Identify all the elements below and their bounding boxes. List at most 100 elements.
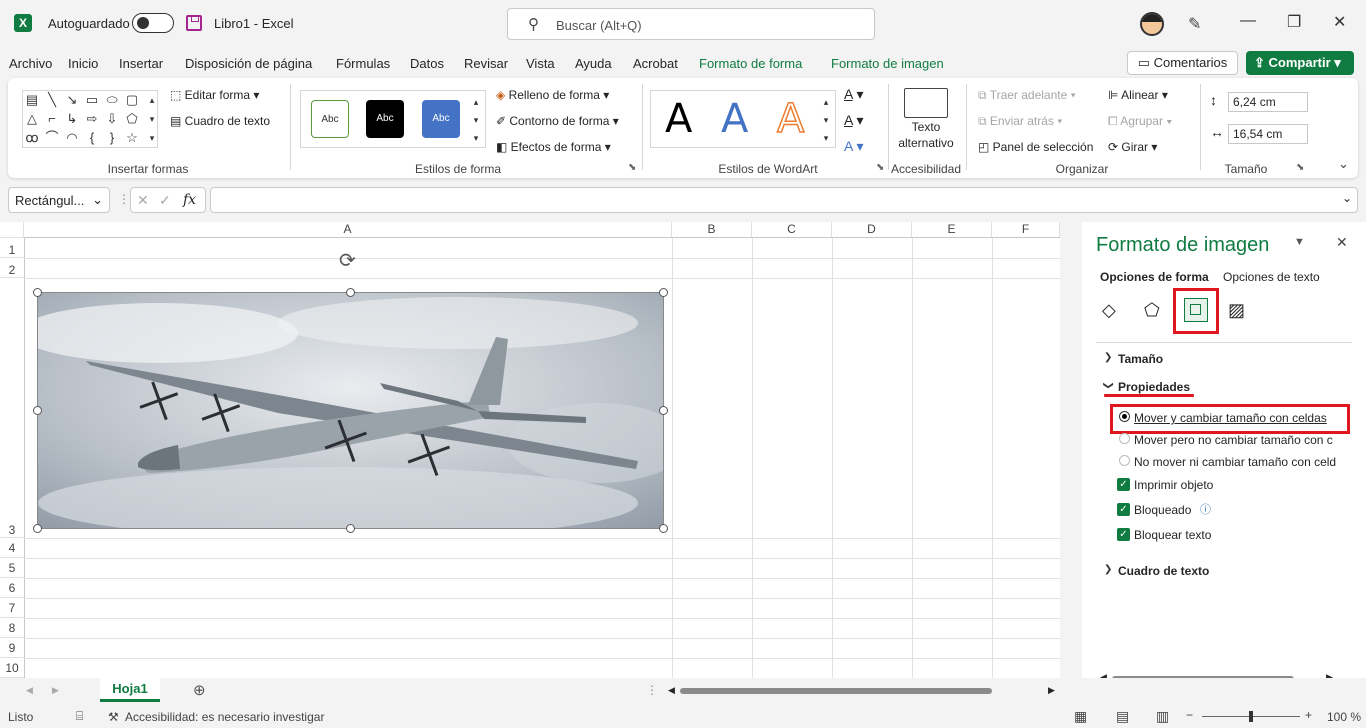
gallery-up-icon[interactable]: ▴ <box>145 93 159 107</box>
zoom-level[interactable]: 100 % <box>1327 710 1361 724</box>
normal-view-icon[interactable]: ▦ <box>1074 708 1087 725</box>
formula-expand-icon[interactable]: ⌄ <box>1342 191 1352 205</box>
effects-pentagon-icon[interactable]: ⬠ <box>1144 300 1160 321</box>
shape-outline-button[interactable]: ✐ Contorno de forma ▾ <box>496 114 619 128</box>
elbow-shape-icon[interactable]: ⌐ <box>45 112 59 126</box>
tab-vista[interactable]: Vista <box>526 56 555 71</box>
wordart-black-sample[interactable]: A <box>665 99 692 139</box>
triangle-shape-icon[interactable]: △ <box>25 112 39 126</box>
resize-handle-s[interactable] <box>346 524 355 533</box>
minimize-icon[interactable]: — <box>1240 12 1256 30</box>
row-header-7[interactable]: 7 <box>0 598 24 618</box>
formula-input[interactable] <box>210 187 1358 213</box>
autosave-toggle[interactable] <box>132 13 174 33</box>
gallery-more-icon[interactable]: ▾ <box>145 131 159 145</box>
option-no-move-no-size[interactable]: No mover ni cambiar tamaño con celd <box>1134 455 1336 469</box>
chevron-down-icon[interactable]: ❯ <box>1103 381 1114 389</box>
resize-handle-w[interactable] <box>33 406 42 415</box>
tab-disposicion[interactable]: Disposición de página <box>185 56 312 71</box>
horizontal-scroll-thumb[interactable] <box>680 688 992 694</box>
hscroll-right-icon[interactable]: ▶ <box>1048 685 1055 696</box>
elbow-arrow-shape-icon[interactable]: ↳ <box>65 112 79 126</box>
down-arrow-shape-icon[interactable]: ⇩ <box>105 112 119 126</box>
wordart-more-icon[interactable]: ▾ <box>819 131 833 145</box>
alt-text-label-2[interactable]: alternativo <box>896 136 956 150</box>
tab-acrobat[interactable]: Acrobat <box>633 56 678 71</box>
column-header-f[interactable]: F <box>992 222 1060 238</box>
search-box[interactable]: ⚲ Buscar (Alt+Q) <box>507 8 875 40</box>
wordart-up-icon[interactable]: ▴ <box>819 95 833 109</box>
star-shape-icon[interactable]: ☆ <box>125 131 139 145</box>
fx-icon[interactable]: fx <box>183 192 196 208</box>
size-launcher-icon[interactable]: ⬊ <box>1296 162 1304 173</box>
resize-handle-se[interactable] <box>659 524 668 533</box>
line-shape-icon[interactable]: ╲ <box>45 93 59 107</box>
wordart-down-icon[interactable]: ▾ <box>819 113 833 127</box>
status-accessibility[interactable]: Accesibilidad: es necesario investigar <box>125 710 324 724</box>
resize-handle-n[interactable] <box>346 288 355 297</box>
wordart-blue-sample[interactable]: A <box>721 99 748 139</box>
ribbon-collapse-icon[interactable]: ⌄ <box>1338 156 1349 172</box>
option-move-no-size[interactable]: Mover pero no cambiar tamaño con c <box>1134 433 1333 447</box>
text-effects-button[interactable]: A ▾ <box>844 138 864 155</box>
name-box[interactable]: Rectángul... ⌄ <box>8 187 110 213</box>
checkbox-print-object[interactable]: ✓ <box>1117 478 1130 491</box>
check-icon[interactable]: ✓ <box>159 192 171 209</box>
tab-inicio[interactable]: Inicio <box>68 56 98 71</box>
styles-down-icon[interactable]: ▾ <box>469 113 483 127</box>
bring-forward-button[interactable]: ⧉ Traer adelante ▾ <box>978 88 1076 103</box>
text-fill-button[interactable]: A ▾ <box>844 86 864 103</box>
rectangle-shape-icon[interactable]: ▭ <box>85 93 99 107</box>
resize-handle-e[interactable] <box>659 406 668 415</box>
restore-icon[interactable]: ❐ <box>1287 12 1301 32</box>
macro-icon[interactable]: ⌸ <box>76 709 83 724</box>
radio-move-no-size[interactable] <box>1119 433 1130 444</box>
tab-formulas[interactable]: Fórmulas <box>336 56 390 71</box>
align-button[interactable]: ⊫ Alinear ▾ <box>1108 88 1168 102</box>
label-locked[interactable]: Bloqueado <box>1134 503 1191 517</box>
text-outline-button[interactable]: A ▾ <box>844 112 864 129</box>
zoom-in-icon[interactable]: + <box>1305 708 1312 722</box>
pane-close-icon[interactable]: ✕ <box>1336 234 1348 251</box>
rotate-button[interactable]: ⟳ Girar ▾ <box>1108 140 1157 154</box>
fill-line-icon[interactable]: ◇ <box>1102 300 1116 321</box>
shape-styles-gallery[interactable]: Abc Abc Abc ▴ ▾ ▾ <box>300 90 486 148</box>
chevron-right-icon[interactable]: ❯ <box>1104 352 1112 363</box>
row-header-1[interactable]: 1 <box>0 238 24 258</box>
column-header-b[interactable]: B <box>672 222 752 238</box>
textbox-shape-icon[interactable]: ▤ <box>25 93 39 107</box>
column-header-c[interactable]: C <box>752 222 832 238</box>
tab-formato-de-imagen[interactable]: Formato de imagen <box>831 56 944 71</box>
tab-formato-de-forma[interactable]: Formato de forma <box>699 56 803 81</box>
styles-more-icon[interactable]: ▾ <box>469 131 483 145</box>
tab-shape-options[interactable]: Opciones de forma <box>1100 270 1209 284</box>
alt-text-label-1[interactable]: Texto <box>896 120 956 134</box>
zoom-out-icon[interactable]: − <box>1186 708 1193 722</box>
row-header-3[interactable]: 3 <box>0 278 24 538</box>
arc-shape-icon[interactable]: ◠ <box>65 131 79 145</box>
wordart-launcher-icon[interactable]: ⬊ <box>876 162 884 173</box>
hscroll-left-icon[interactable]: ◀ <box>668 685 675 696</box>
select-all-corner[interactable] <box>0 222 24 238</box>
width-input[interactable]: 16,54 cm <box>1228 124 1308 144</box>
style-white-sample[interactable]: Abc <box>311 100 349 138</box>
tab-ayuda[interactable]: Ayuda <box>575 56 612 71</box>
arrow-line-shape-icon[interactable]: ↘ <box>65 93 79 107</box>
section-textbox[interactable]: Cuadro de texto <box>1118 564 1209 578</box>
resize-handle-sw[interactable] <box>33 524 42 533</box>
tab-insertar[interactable]: Insertar <box>119 56 163 71</box>
gallery-down-icon[interactable]: ▾ <box>145 112 159 126</box>
wordart-gallery[interactable]: A A A ▴ ▾ ▾ <box>650 90 836 148</box>
zoom-thumb[interactable] <box>1249 711 1253 722</box>
rounded-rect-shape-icon[interactable]: ▢ <box>125 93 139 107</box>
curve-shape-icon[interactable]: ⌒ <box>45 131 59 145</box>
sheet-tab-hoja1[interactable]: Hoja1 <box>100 678 160 702</box>
oval-shape-icon[interactable]: ⬭ <box>105 93 119 107</box>
column-header-e[interactable]: E <box>912 222 992 238</box>
pen-icon[interactable]: ✎ <box>1188 14 1201 34</box>
label-lock-text[interactable]: Bloquear texto <box>1134 528 1211 542</box>
column-header-a[interactable]: A <box>24 222 672 238</box>
pentagon-shape-icon[interactable]: ⬠ <box>125 112 139 126</box>
text-box-button[interactable]: ▤ Cuadro de texto <box>170 114 270 128</box>
add-sheet-icon[interactable]: ⊕ <box>193 681 206 699</box>
